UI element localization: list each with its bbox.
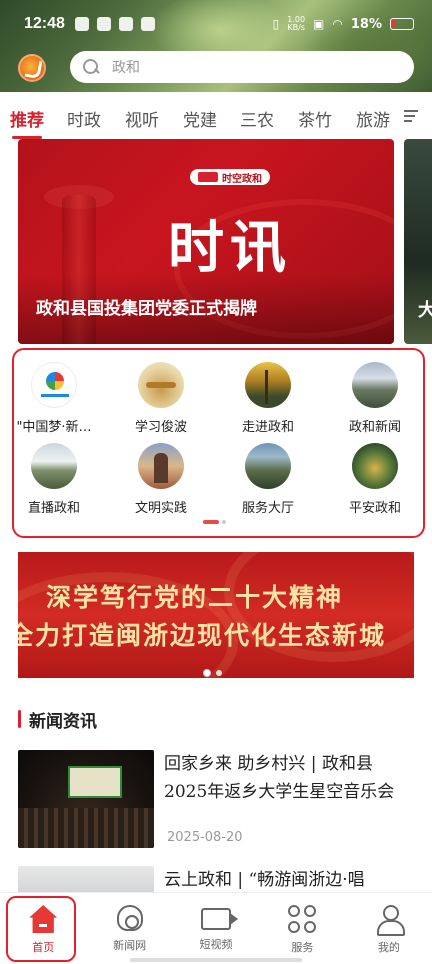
- status-bar: 12:48 ▯ 1.00 KB/s ▣ ◠ 18%: [0, 0, 432, 48]
- nav-service[interactable]: 服务: [259, 893, 345, 964]
- home-tab-highlight: [6, 896, 76, 962]
- badge-text: 时空政和: [222, 173, 262, 185]
- tab-tea-bamboo[interactable]: 茶竹: [298, 106, 332, 131]
- wenming-shijian-icon: [138, 443, 184, 489]
- notification-icon: [118, 17, 133, 31]
- tab-recommend[interactable]: 推荐: [10, 106, 44, 139]
- grid-item-xuexi-junbo[interactable]: 学习俊波: [111, 362, 211, 435]
- status-notification-icons: [74, 17, 155, 31]
- grid-page-indicator: [203, 520, 226, 524]
- grid-label: 直播政和: [27, 501, 80, 516]
- notification-icon: [74, 17, 89, 31]
- vibrate-icon: ▯: [272, 17, 280, 31]
- page-dot-active: [204, 670, 210, 676]
- zoujin-zhenghe-icon: [245, 362, 291, 408]
- banner-badge: 时空政和: [190, 169, 270, 185]
- search-icon: [82, 58, 100, 76]
- status-time: 12:48: [24, 15, 65, 32]
- page-dot: [216, 670, 222, 676]
- nav-short-video[interactable]: 短视频: [173, 893, 259, 964]
- pingan-zhenghe-icon: [352, 443, 398, 489]
- slogan-line-1: 深学笃行党的二十大精神: [46, 583, 344, 612]
- xuexi-junbo-icon: [138, 362, 184, 408]
- nav-label: 我的: [377, 941, 400, 954]
- gesture-bar: [130, 958, 302, 962]
- battery-icon: [390, 18, 414, 30]
- service-icon: [288, 905, 317, 933]
- nav-label: 新闻网: [113, 939, 147, 952]
- category-tabs: 推荐 时政 视听 党建 三农 茶竹 旅游: [0, 98, 432, 139]
- next-banner-caption: 大: [418, 300, 432, 321]
- live-zhenghe-icon: [31, 443, 77, 489]
- section-title: 新闻资讯: [29, 711, 97, 732]
- grid-item-pingan-zhenghe[interactable]: 平安政和: [325, 443, 425, 516]
- grid-label: 走进政和: [241, 420, 294, 435]
- status-right: ▯ 1.00 KB/s ▣ ◠ 18%: [273, 16, 414, 32]
- tab-agriculture[interactable]: 三农: [240, 106, 274, 131]
- grid-item-live-zhenghe[interactable]: 直播政和: [4, 443, 104, 516]
- tab-politics[interactable]: 时政: [67, 106, 101, 131]
- slogan-banner-indicator: [204, 670, 222, 676]
- next-banner-peek[interactable]: 大: [404, 139, 432, 344]
- tab-party[interactable]: 党建: [183, 106, 217, 131]
- banner-big-title: 时讯: [168, 215, 292, 281]
- zhenghe-news-icon: [352, 362, 398, 408]
- tab-audiovisual[interactable]: 视听: [125, 106, 159, 131]
- news-section-header: 新闻资讯: [18, 708, 97, 732]
- page-dot: [222, 520, 226, 524]
- nav-label: 短视频: [199, 938, 233, 951]
- nav-news-network[interactable]: 新闻网: [86, 893, 172, 964]
- grid-label: 文明实践: [134, 501, 187, 516]
- grid-label: 政和新闻: [348, 420, 401, 435]
- nav-mine[interactable]: 我的: [346, 893, 432, 964]
- zhongguomeng-icon: [31, 362, 77, 408]
- service-hall-icon: [245, 443, 291, 489]
- tab-menu-icon[interactable]: [404, 110, 418, 124]
- news-item[interactable]: 回家乡来 助乡村兴 | 政和县2025年返乡大学生星空音乐会 2025-08-2…: [18, 750, 418, 850]
- profile-icon: [375, 905, 405, 936]
- news-item[interactable]: 云上政和 | “畅游闽浙边·唱: [18, 866, 418, 892]
- news-thumbnail: [18, 866, 154, 892]
- grid-label: 学习俊波: [134, 420, 187, 435]
- grid-label: "中国梦·新…: [16, 420, 92, 435]
- battery-percent: 18%: [350, 16, 382, 32]
- notification-icon: [140, 17, 155, 31]
- grid-label: 平安政和: [348, 501, 401, 516]
- news-date: 2025-08-20: [167, 830, 243, 845]
- nav-label: 服务: [291, 941, 314, 954]
- grid-label: 服务大厅: [241, 501, 294, 516]
- notification-icon: [96, 17, 111, 31]
- app-logo-icon[interactable]: [18, 54, 46, 82]
- news-title: 回家乡来 助乡村兴 | 政和县2025年返乡大学生星空音乐会: [164, 754, 395, 802]
- grid-item-zhenghe-news[interactable]: 政和新闻: [325, 362, 425, 435]
- badge-logo-icon: [198, 172, 218, 182]
- tab-tourism[interactable]: 旅游: [356, 106, 390, 131]
- news-title: 云上政和 | “畅游闽浙边·唱: [164, 870, 365, 890]
- wifi-icon: ◠: [332, 17, 343, 31]
- section-accent-bar: [18, 710, 21, 728]
- page-dot-active: [203, 520, 219, 524]
- grid-item-zoujin-zhenghe[interactable]: 走进政和: [218, 362, 318, 435]
- grid-item-service-hall[interactable]: 服务大厅: [218, 443, 318, 516]
- news-thumbnail: [18, 750, 154, 848]
- header: 12:48 ▯ 1.00 KB/s ▣ ◠ 18% 政和: [0, 0, 432, 92]
- headline-banner[interactable]: 时空政和 时讯 政和县国投集团党委正式揭牌: [18, 139, 394, 344]
- short-video-icon: [201, 908, 239, 930]
- grid-item-wenming-shijian[interactable]: 文明实践: [111, 443, 211, 516]
- slogan-banner[interactable]: 深学笃行党的二十大精神 全力打造闽浙边现代化生态新城: [18, 552, 414, 678]
- sim-icon: ▣: [313, 17, 325, 31]
- search-placeholder: 政和: [112, 60, 140, 76]
- grid-item-zhongguomeng[interactable]: "中国梦·新…: [4, 362, 104, 435]
- banner-caption: 政和县国投集团党委正式揭牌: [18, 274, 394, 344]
- slogan-line-2: 全力打造闽浙边现代化生态新城: [18, 621, 387, 650]
- news-network-icon: [116, 905, 143, 931]
- network-speed: 1.00 KB/s: [287, 15, 306, 32]
- search-bar[interactable]: 政和: [70, 51, 414, 83]
